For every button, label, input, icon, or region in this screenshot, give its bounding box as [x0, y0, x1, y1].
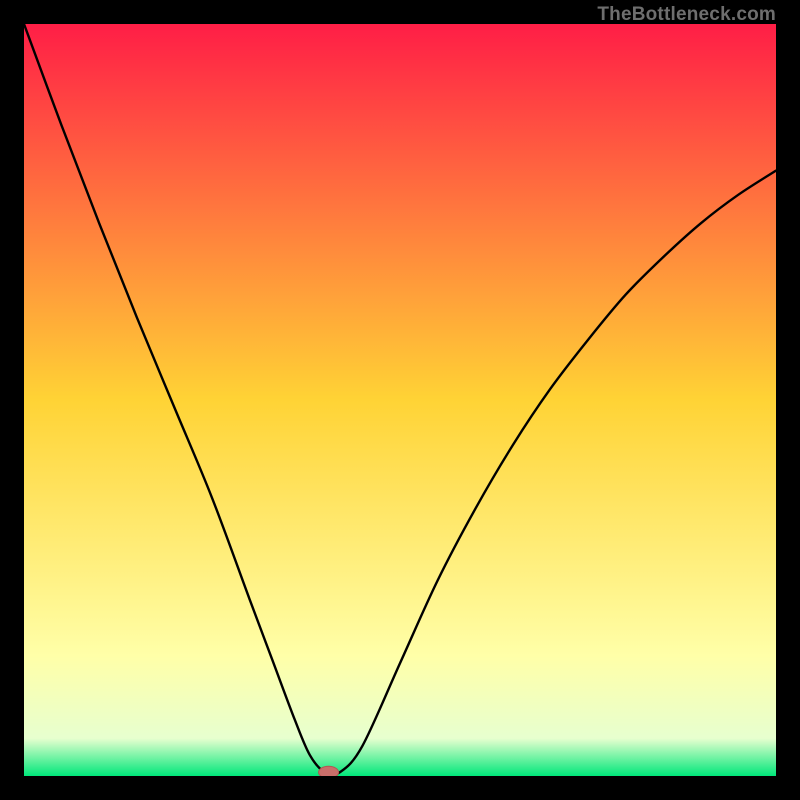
- plot-area: [24, 24, 776, 776]
- chart-svg: [24, 24, 776, 776]
- watermark-label: TheBottleneck.com: [597, 4, 776, 26]
- frame-border-left: [0, 0, 24, 800]
- optimal-marker: [319, 766, 339, 776]
- frame-border-right: [776, 0, 800, 800]
- frame-border-bottom: [0, 776, 800, 800]
- chart-stage: TheBottleneck.com: [0, 0, 800, 800]
